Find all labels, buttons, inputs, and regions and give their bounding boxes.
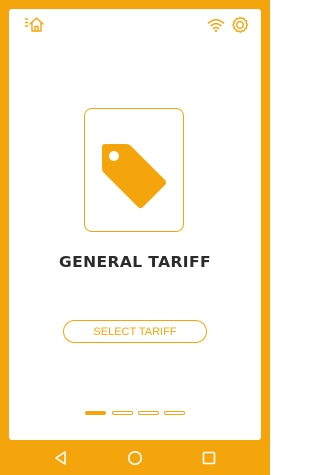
- system-nav-bar: [0, 440, 270, 475]
- select-tariff-button[interactable]: SELECT TARIFF: [63, 320, 207, 343]
- page-indicator-dot[interactable]: [164, 411, 185, 415]
- page-indicator-dot[interactable]: [112, 411, 133, 415]
- settings-icon[interactable]: [231, 16, 249, 34]
- app-screen: GENERAL TARIFF SELECT TARIFF: [9, 9, 261, 440]
- price-tag-icon: [99, 143, 169, 213]
- wifi-icon: [207, 17, 225, 33]
- page-indicator-dot[interactable]: [85, 411, 106, 415]
- recents-square-icon[interactable]: [200, 449, 218, 467]
- device-frame: GENERAL TARIFF SELECT TARIFF: [0, 0, 270, 475]
- tariff-card[interactable]: [84, 108, 184, 232]
- tariff-title: GENERAL TARIFF: [59, 253, 211, 271]
- page-indicator: [85, 411, 187, 416]
- page-indicator-dot[interactable]: [138, 411, 159, 415]
- home-icon[interactable]: [24, 15, 46, 35]
- status-bar: [9, 9, 261, 41]
- back-triangle-icon[interactable]: [52, 449, 70, 467]
- home-circle-icon[interactable]: [126, 449, 144, 467]
